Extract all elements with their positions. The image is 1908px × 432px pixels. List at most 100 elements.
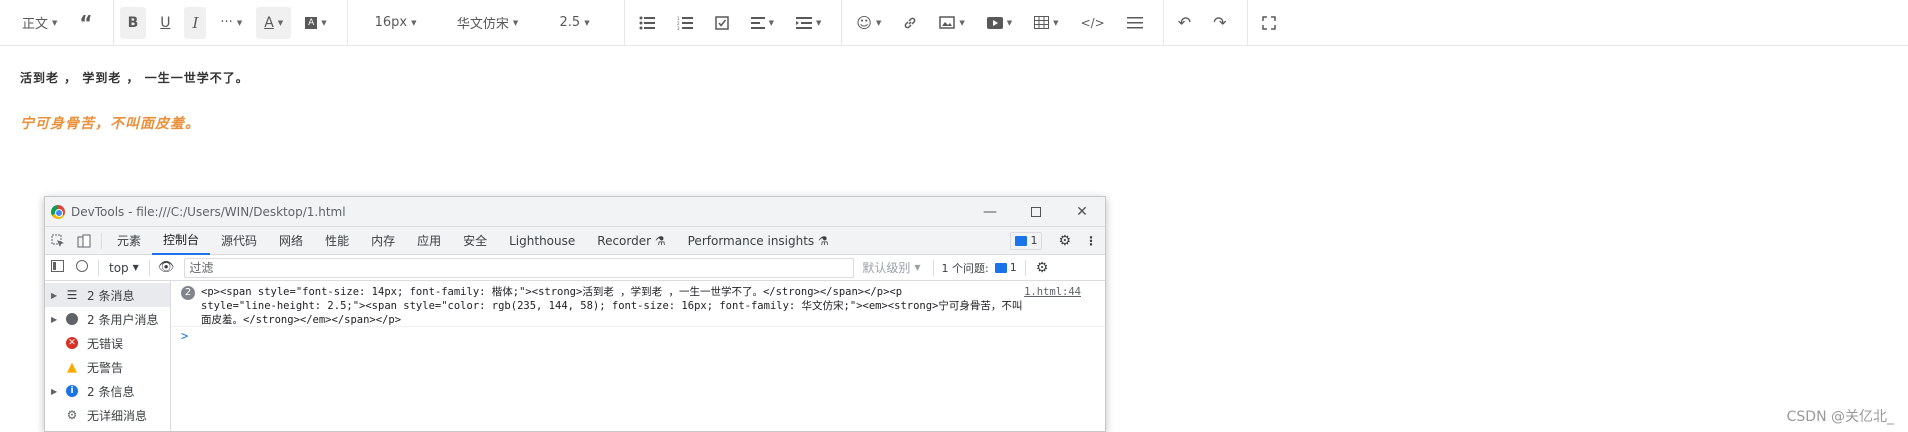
line-height-label: 2.5 bbox=[559, 15, 581, 30]
toolbar-divider bbox=[112, 0, 114, 46]
table-button[interactable]: ▼ bbox=[1026, 7, 1066, 39]
close-icon: ✕ bbox=[1076, 204, 1088, 220]
numbered-list-button[interactable]: 123 bbox=[669, 7, 701, 39]
issues-counter[interactable]: 1 个问题: 1 bbox=[938, 259, 1021, 277]
more-style-button[interactable]: ··· ▼ bbox=[212, 7, 250, 39]
tab-network[interactable]: 网络 bbox=[268, 227, 314, 255]
font-color-button[interactable]: A ▼ bbox=[256, 6, 292, 39]
code-button[interactable]: </> bbox=[1073, 7, 1113, 39]
tab-sources[interactable]: 源代码 bbox=[210, 227, 268, 255]
italic-icon: I bbox=[192, 13, 199, 32]
font-size-select[interactable]: 16px ▼ bbox=[354, 7, 438, 39]
sidebar-item-verbose[interactable]: ⚙ 无详细消息 bbox=[45, 403, 170, 427]
toolbar-divider bbox=[148, 259, 150, 276]
indent-button[interactable]: ▼ bbox=[788, 7, 829, 39]
video-button[interactable]: ▼ bbox=[979, 7, 1020, 39]
sidebar-toggle-button[interactable] bbox=[45, 260, 70, 275]
error-icon: ✕ bbox=[61, 337, 83, 349]
maximize-button[interactable] bbox=[1013, 197, 1059, 227]
sidebar-item-info[interactable]: ▶ i 2 条信息 bbox=[45, 379, 170, 403]
font-family-select[interactable]: 华文仿宋 ▼ bbox=[444, 7, 532, 39]
console-prompt[interactable]: > bbox=[171, 329, 1105, 343]
tab-memory[interactable]: 内存 bbox=[360, 227, 406, 255]
svg-text:3: 3 bbox=[677, 26, 680, 30]
sidebar-item-user-messages[interactable]: ▶ 2 条用户消息 bbox=[45, 307, 170, 331]
editor-toolbar: 正文 ▼ “ B U I ··· ▼ A ▼ A ▼ 16px ▼ 华文仿宋 ▼ 2.5 ▼ … bbox=[0, 0, 1908, 46]
align-button[interactable]: ▼ bbox=[743, 7, 782, 39]
inspect-element-button[interactable] bbox=[45, 227, 71, 255]
underline-button[interactable]: U bbox=[152, 7, 178, 39]
line-height-select[interactable]: 2.5 ▼ bbox=[538, 7, 612, 39]
log-source-link[interactable]: 1.html:44 bbox=[1024, 285, 1081, 299]
live-expression-button[interactable]: 👁 bbox=[154, 260, 179, 275]
toolbar-divider bbox=[932, 259, 934, 276]
toolbar-divider bbox=[1246, 0, 1248, 46]
blockquote-button[interactable]: “ bbox=[71, 7, 100, 39]
undo-button[interactable]: ↶ bbox=[1170, 7, 1199, 39]
tab-recorder[interactable]: Recorder ⚗ bbox=[586, 227, 676, 255]
font-size-label: 16px bbox=[374, 15, 408, 30]
tab-application[interactable]: 应用 bbox=[406, 227, 452, 255]
console-toolbar: top ▼ 👁 过滤 默认级别 ▼ 1 个问题: 1 ⚙ bbox=[45, 255, 1105, 281]
bold-button[interactable]: B bbox=[119, 6, 147, 39]
chevron-down-icon: ▼ bbox=[768, 18, 774, 27]
message-icon bbox=[1015, 235, 1028, 246]
close-button[interactable]: ✕ bbox=[1059, 197, 1105, 227]
fullscreen-button[interactable] bbox=[1254, 7, 1284, 39]
minimize-button[interactable]: — bbox=[967, 197, 1013, 227]
chevron-down-icon: ▼ bbox=[876, 18, 882, 27]
underline-icon: U bbox=[160, 14, 171, 31]
settings-button[interactable]: ⚙ bbox=[1052, 227, 1077, 255]
issues-badge[interactable]: 1 bbox=[1010, 231, 1043, 250]
sidebar-item-label: 2 条信息 bbox=[87, 384, 135, 399]
divider-button[interactable] bbox=[1119, 7, 1151, 39]
tab-performance-insights[interactable]: Performance insights ⚗ bbox=[677, 227, 840, 255]
sidebar-item-warnings[interactable]: ▲ 无警告 bbox=[45, 355, 170, 379]
italic-button[interactable]: I bbox=[184, 6, 207, 39]
todo-button[interactable] bbox=[707, 7, 737, 39]
bulleted-list-button[interactable] bbox=[631, 7, 663, 39]
fullscreen-icon bbox=[1261, 15, 1276, 30]
context-select[interactable]: top ▼ bbox=[103, 261, 145, 275]
tab-performance[interactable]: 性能 bbox=[314, 227, 360, 255]
redo-button[interactable]: ↷ bbox=[1205, 7, 1234, 39]
link-button[interactable] bbox=[895, 7, 925, 39]
log-level-label: 默认级别 bbox=[862, 261, 911, 275]
chevron-down-icon: ▼ bbox=[321, 18, 327, 27]
tab-security[interactable]: 安全 bbox=[452, 227, 498, 255]
heading-select[interactable]: 正文 ▼ bbox=[14, 7, 65, 39]
watermark: CSDN @关亿北_ bbox=[1786, 409, 1894, 425]
clear-console-button[interactable] bbox=[70, 260, 94, 275]
paragraph-2: 宁可身骨苦，不叫面皮羞。 bbox=[20, 116, 200, 132]
horizontal-rule-icon bbox=[1126, 16, 1143, 28]
image-icon bbox=[939, 16, 956, 29]
devtools-window: DevTools - file:///C:/Users/WIN/Desktop/… bbox=[44, 196, 1106, 432]
background-color-button[interactable]: A ▼ bbox=[297, 7, 334, 39]
bold-icon: B bbox=[127, 14, 139, 31]
image-button[interactable]: ▼ bbox=[931, 7, 972, 39]
tab-elements[interactable]: 元素 bbox=[106, 227, 152, 255]
chevron-down-icon: ▼ bbox=[52, 18, 58, 27]
sidebar-item-messages[interactable]: ▶ ☰ 2 条消息 bbox=[45, 283, 170, 307]
sidebar-item-errors[interactable]: ✕ 无错误 bbox=[45, 331, 170, 355]
font-color-icon: A bbox=[264, 14, 274, 31]
chevron-down-icon: ▼ bbox=[512, 18, 519, 27]
console-settings-button[interactable]: ⚙ bbox=[1030, 260, 1055, 276]
paragraph-1: 活到老 ， 学到老 ， 一生一世学不了。 bbox=[20, 71, 249, 85]
more-options-button[interactable]: ⋮ bbox=[1077, 227, 1105, 255]
filter-placeholder: 过滤 bbox=[189, 261, 214, 275]
console-output: 2 <p><span style="font-size: 14px; font-… bbox=[171, 281, 1105, 431]
chevron-down-icon: ▼ bbox=[411, 18, 417, 27]
issues-counter-count: 1 bbox=[1009, 261, 1017, 274]
emoji-button[interactable]: ☺ ▼ bbox=[848, 7, 889, 39]
bulleted-list-icon bbox=[639, 16, 655, 29]
device-icon bbox=[77, 234, 91, 247]
sidebar-icon bbox=[51, 260, 64, 272]
devtools-titlebar: DevTools - file:///C:/Users/WIN/Desktop/… bbox=[45, 197, 1105, 227]
tab-console[interactable]: 控制台 bbox=[152, 227, 211, 255]
align-left-icon bbox=[750, 16, 765, 29]
filter-input[interactable]: 过滤 bbox=[184, 257, 855, 278]
device-toggle-button[interactable] bbox=[71, 227, 97, 255]
tab-lighthouse[interactable]: Lighthouse bbox=[498, 227, 586, 255]
log-level-select[interactable]: 默认级别 ▼ bbox=[854, 259, 928, 276]
